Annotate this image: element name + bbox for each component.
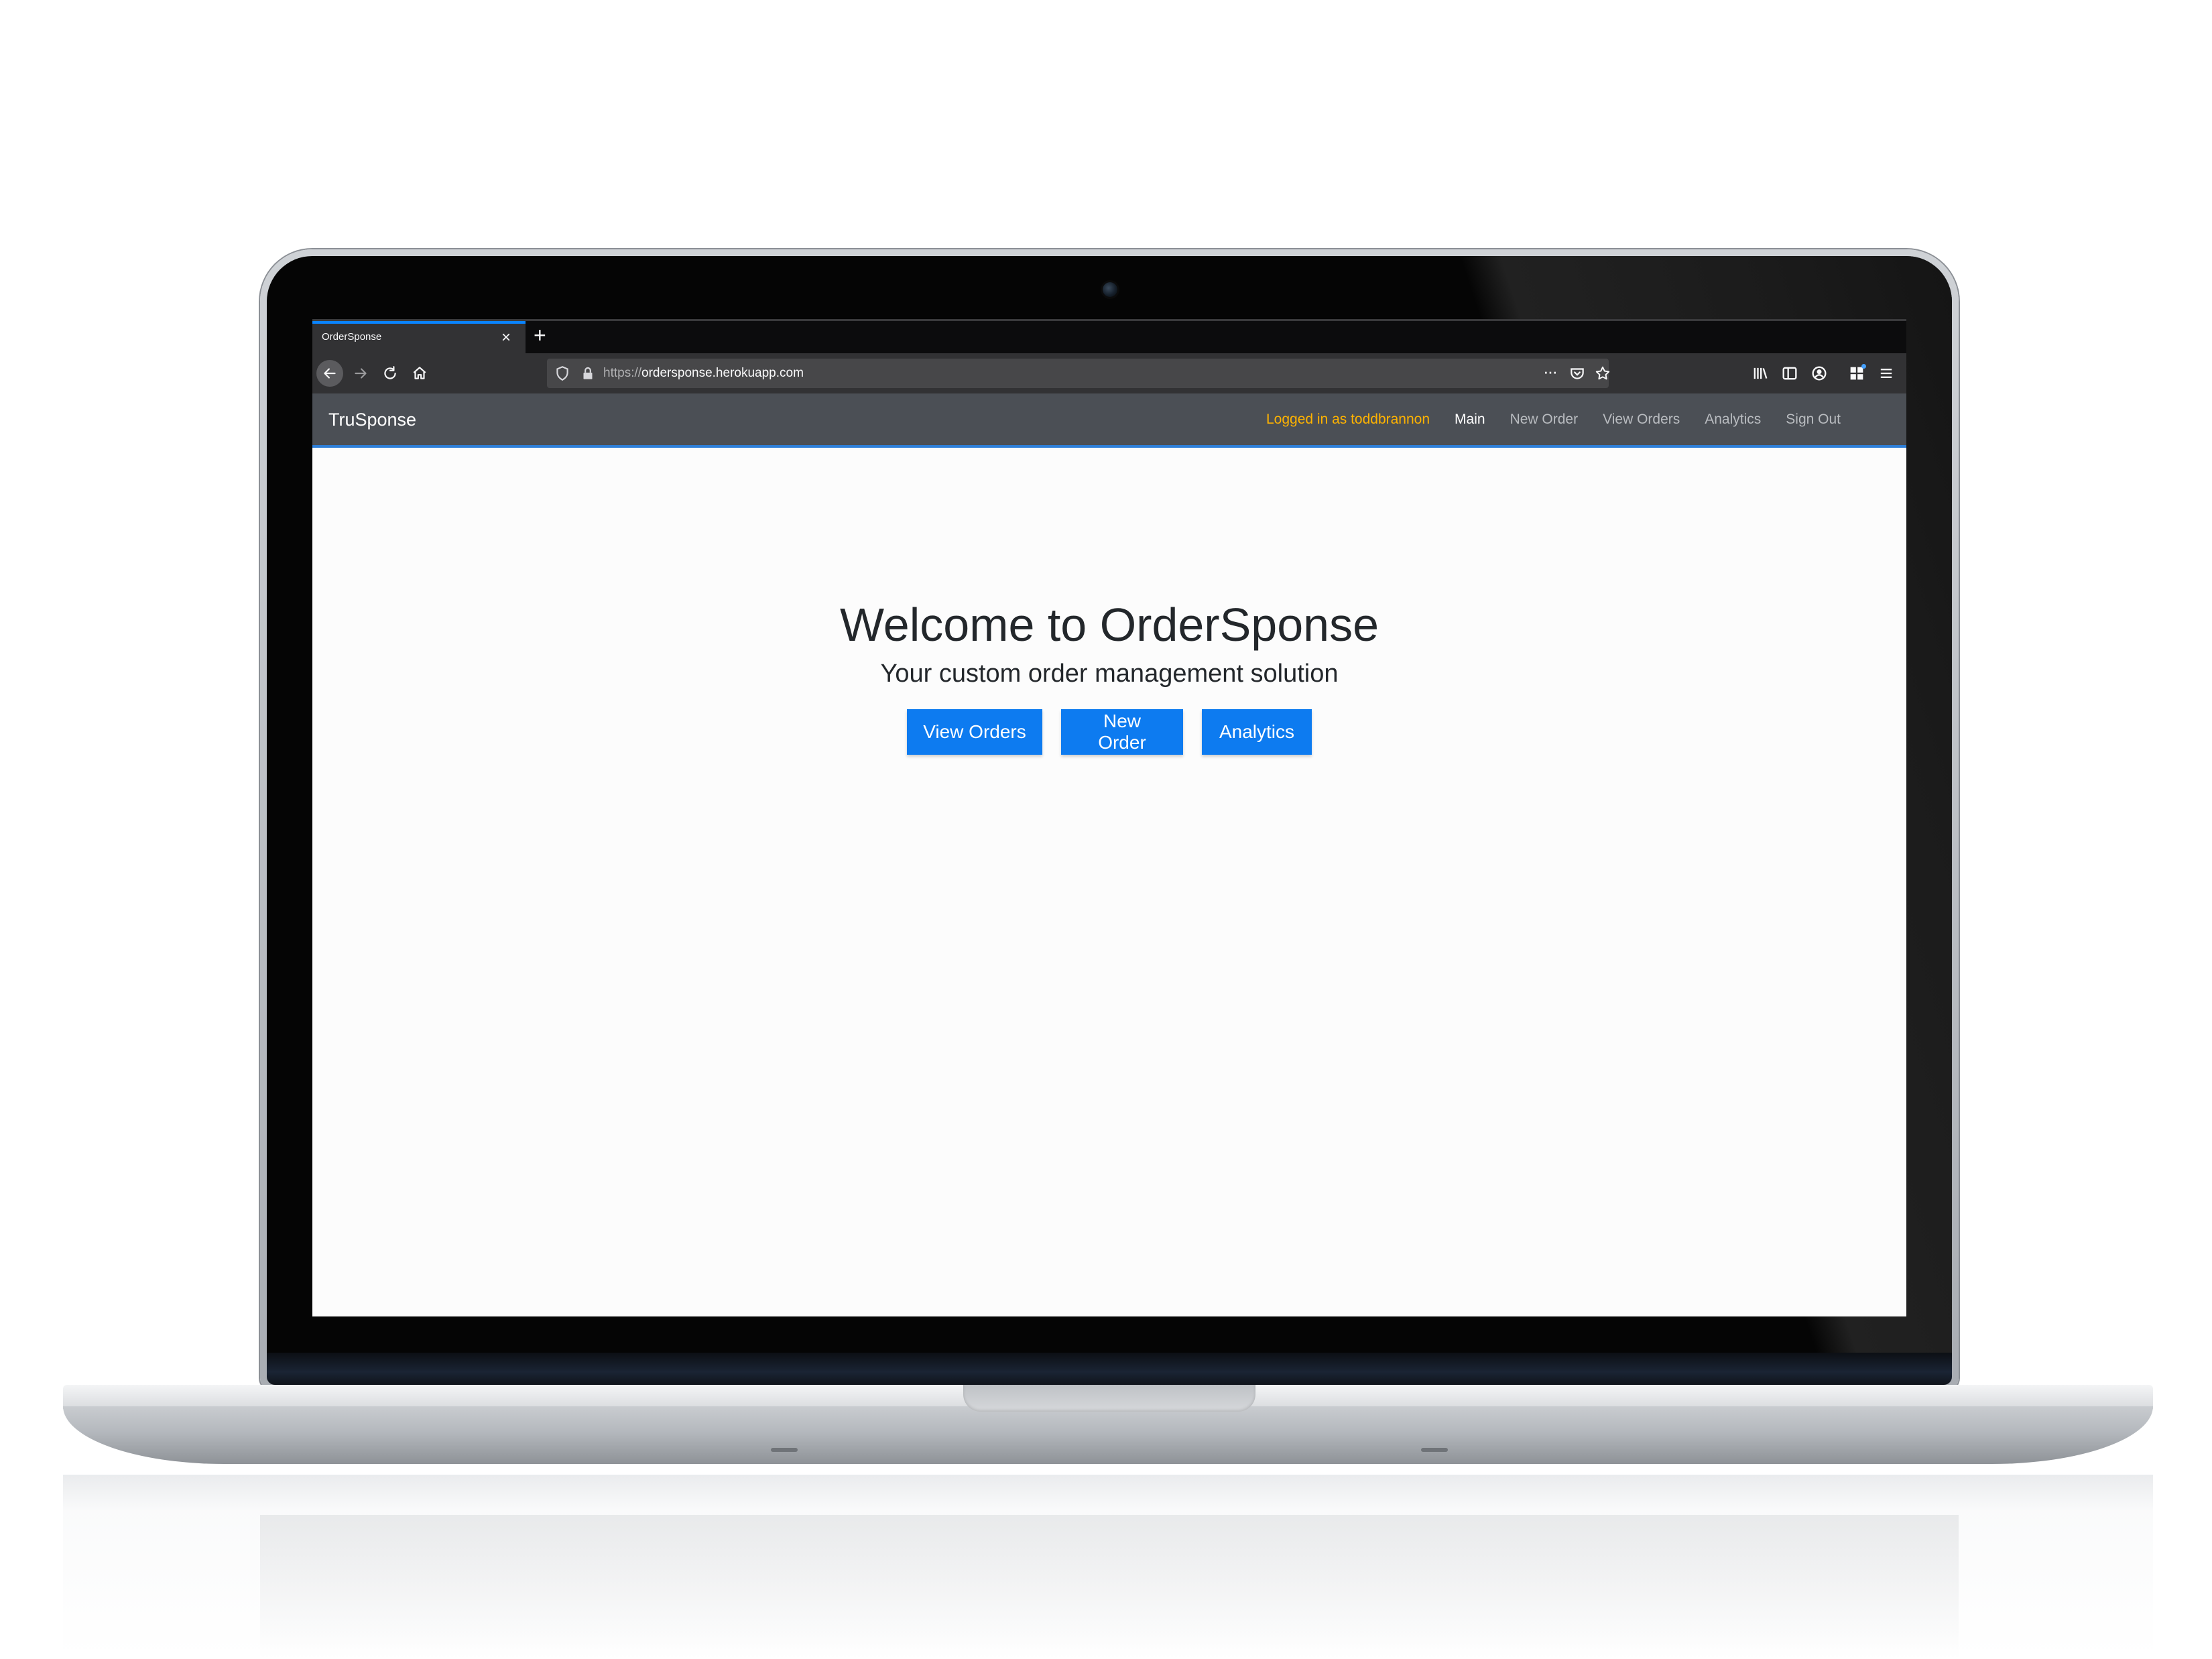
new-order-button[interactable]: New Order (1061, 709, 1183, 755)
star-icon[interactable] (1594, 365, 1611, 382)
lid-opening-notch (963, 1385, 1255, 1412)
extensions-icon[interactable] (1847, 364, 1866, 383)
page-subtitle: Your custom order management solution (880, 660, 1339, 688)
home-icon[interactable] (406, 360, 433, 387)
view-orders-button[interactable]: View Orders (907, 709, 1042, 755)
plus-icon[interactable]: + (534, 323, 546, 347)
browser-toolbar: https://ordersponse.herokuapp.com ··· (312, 353, 1906, 393)
url-host: ordersponse.herokuapp.com (641, 366, 804, 380)
camera-icon (1103, 282, 1117, 297)
hero-buttons: View Orders New Order Analytics (312, 709, 1906, 755)
lock-icon[interactable] (579, 365, 597, 382)
pocket-icon[interactable] (1569, 365, 1586, 382)
shield-icon[interactable] (554, 365, 571, 382)
sidebar-icon[interactable] (1780, 364, 1799, 383)
nav-link-main[interactable]: Main (1455, 412, 1485, 428)
hamburger-menu-icon[interactable] (1877, 364, 1896, 383)
nav-links: Logged in as toddbrannon Main New Order … (1266, 412, 1841, 428)
url-bar[interactable]: https://ordersponse.herokuapp.com ··· (547, 359, 1611, 388)
nav-link-analytics[interactable]: Analytics (1705, 412, 1761, 428)
lid-reflection (260, 1515, 1959, 1659)
tab-title: OrderSponse (322, 331, 382, 343)
reload-icon[interactable] (377, 360, 404, 387)
laptop-base (63, 1406, 2153, 1464)
brand-link[interactable]: TruSponse (328, 410, 416, 430)
tab-bar: OrderSponse × + (312, 319, 1906, 355)
forward-arrow-icon[interactable] (347, 360, 374, 387)
bezel-bottom-strip (267, 1353, 1952, 1385)
page-title: Welcome to OrderSponse (839, 599, 1379, 651)
account-icon[interactable] (1810, 364, 1829, 383)
nav-link-sign-out[interactable]: Sign Out (1786, 412, 1841, 428)
laptop-foot (771, 1448, 798, 1452)
more-icon[interactable]: ··· (1543, 361, 1558, 382)
analytics-button[interactable]: Analytics (1202, 709, 1312, 755)
url-text: https://ordersponse.herokuapp.com (603, 366, 804, 381)
laptop-foot (1421, 1448, 1448, 1452)
browser-window: OrderSponse × + https://ordersponse.hero… (312, 319, 1906, 1316)
nav-link-new-order[interactable]: New Order (1510, 412, 1579, 428)
library-icon[interactable] (1751, 364, 1770, 383)
laptop-mockup: OrderSponse × + https://ordersponse.hero… (0, 0, 2212, 1659)
back-arrow-icon[interactable] (316, 360, 343, 387)
close-icon[interactable]: × (501, 328, 511, 348)
logged-in-status: Logged in as toddbrannon (1266, 412, 1430, 427)
app-navbar: TruSponse Logged in as toddbrannon Main … (312, 393, 1906, 448)
nav-link-view-orders[interactable]: View Orders (1603, 412, 1680, 428)
url-scheme: https:// (603, 366, 642, 380)
tab-ordersponse[interactable]: OrderSponse × (312, 321, 526, 353)
